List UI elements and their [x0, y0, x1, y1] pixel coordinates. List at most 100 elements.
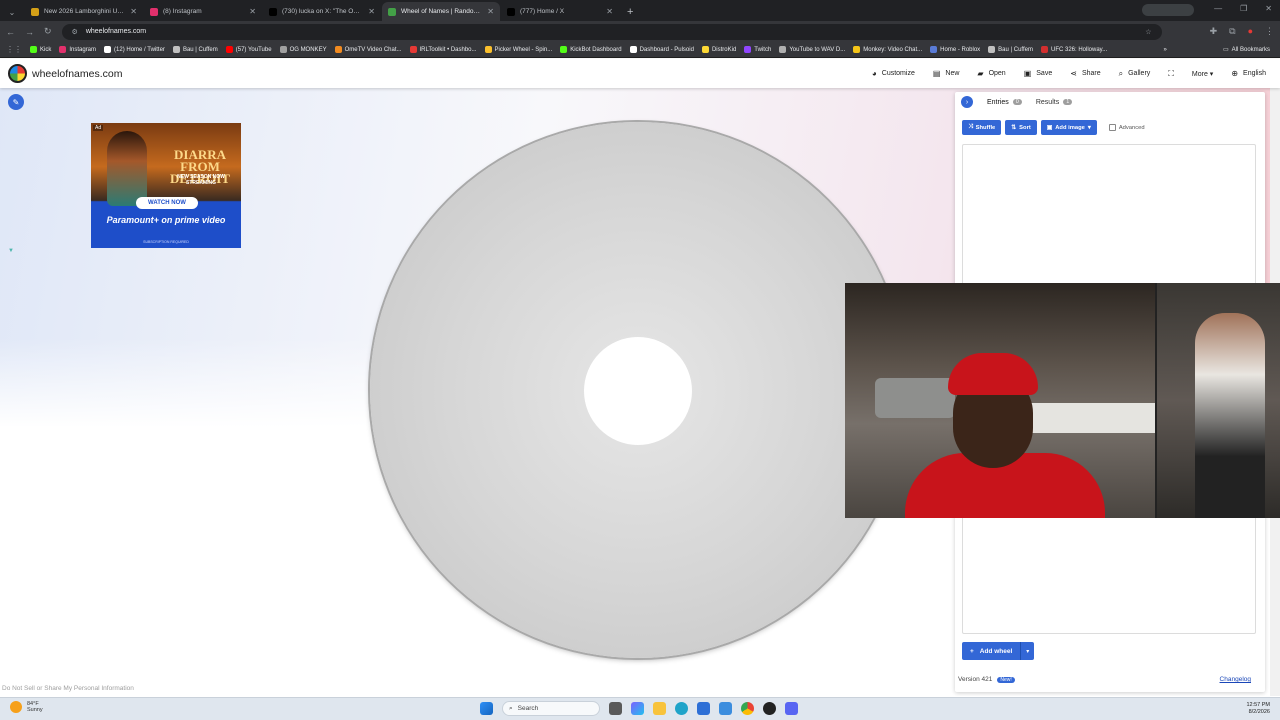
profile-chip[interactable]	[1142, 4, 1194, 16]
header-menu-label: Open	[988, 70, 1006, 77]
header-menu-item[interactable]: ⊕ English	[1231, 69, 1266, 78]
url-input[interactable]: ⚙ wheelofnames.com ☆	[61, 23, 1162, 40]
bookmark-item[interactable]: IRLToolkit • Dashbo...	[409, 46, 477, 53]
tab-search-icon[interactable]: ⌄	[4, 4, 20, 20]
browser-tab[interactable]: New 2026 Lamborghini Urus S ✕	[25, 2, 143, 21]
maximize-icon[interactable]: ❐	[1240, 4, 1247, 13]
add-wheel-button[interactable]: + Add wheel	[962, 642, 1021, 660]
weather-widget[interactable]: 84°F Sunny	[10, 701, 43, 713]
wheel-center[interactable]	[584, 337, 692, 445]
add-image-button[interactable]: ▣ Add image ▾	[1040, 120, 1097, 135]
bookmark-item[interactable]: Picker Wheel - Spin...	[484, 46, 552, 53]
tab-close-icon[interactable]: ✕	[249, 7, 256, 16]
bookmark-favicon-icon	[409, 46, 417, 53]
forward-icon[interactable]: →	[25, 27, 34, 37]
extension-icon[interactable]: ✚	[1210, 26, 1218, 37]
tab-close-icon[interactable]: ✕	[130, 7, 137, 16]
bookmark-item[interactable]: Dashboard - Pulsoid	[629, 46, 694, 53]
reload-icon[interactable]: ↻	[44, 26, 52, 37]
all-bookmarks-label: All Bookmarks	[1231, 46, 1270, 53]
changelog-link[interactable]: Changelog	[1220, 676, 1251, 683]
tab-entries[interactable]: Entries 0	[987, 99, 1022, 106]
add-wheel-dropdown-icon[interactable]: ▾	[1020, 642, 1035, 660]
tab-results[interactable]: Results 1	[1036, 99, 1073, 106]
add-wheel-label: Add wheel	[979, 647, 1013, 655]
discord-icon[interactable]	[785, 702, 798, 715]
back-icon[interactable]: ←	[6, 27, 15, 37]
new-tab-button[interactable]: +	[619, 2, 641, 21]
tab-close-icon[interactable]: ✕	[368, 7, 375, 16]
bookmark-item[interactable]: KickBot Dashboard	[560, 46, 622, 53]
header-menu-item[interactable]: ⌕ Gallery	[1119, 69, 1151, 79]
tab-title: (777) Home / X	[520, 8, 565, 15]
browser-menu-icon[interactable]: ⋮	[1265, 26, 1274, 37]
task-view-icon[interactable]	[609, 702, 622, 715]
bookmark-item[interactable]: Monkey: Video Chat...	[853, 46, 922, 53]
site-info-icon[interactable]: ⚙	[72, 28, 78, 36]
profile-avatar-icon[interactable]: ●	[1248, 26, 1253, 37]
windows-taskbar: 84°F Sunny ⌕ Search 12:57 PM 8/2/2026	[0, 697, 1280, 720]
sort-button[interactable]: ⇅ Sort	[1005, 120, 1037, 135]
header-menu-item[interactable]: More ▾	[1192, 70, 1213, 78]
collapse-panel-icon[interactable]: ›	[961, 96, 973, 108]
header-menu-item[interactable]: ⛶	[1168, 69, 1174, 79]
store-icon[interactable]	[697, 702, 710, 715]
browser-tab[interactable]: (777) Home / X ✕	[501, 2, 619, 21]
edge-icon[interactable]	[675, 702, 688, 715]
shuffle-button[interactable]: ⤨ Shuffle	[962, 120, 1002, 135]
bookmark-item[interactable]: Home - Roblox	[930, 46, 980, 53]
advanced-checkbox[interactable]	[1108, 124, 1116, 131]
windows-start-icon[interactable]	[480, 702, 493, 715]
browser-tab[interactable]: Wheel of Names | Random nam ✕	[382, 2, 500, 21]
tab-title: Wheel of Names | Random nam	[401, 8, 482, 15]
app-icon[interactable]	[719, 702, 732, 715]
site-name[interactable]: wheelofnames.com	[32, 68, 122, 80]
bookmark-item[interactable]: YouTube to WAV D...	[779, 46, 845, 53]
obs-icon[interactable]	[763, 702, 776, 715]
all-bookmarks-folder[interactable]: ▭ All Bookmarks	[1223, 46, 1270, 54]
do-not-sell-link[interactable]: Do Not Sell or Share My Personal Informa…	[2, 685, 134, 692]
header-menu-item[interactable]: ▣ Save	[1024, 69, 1053, 78]
bookmark-item[interactable]: (57) YouTube	[225, 46, 272, 53]
minimize-icon[interactable]: —	[1214, 4, 1222, 13]
tab-favicon-icon	[31, 7, 39, 16]
bookmark-item[interactable]: Kick	[30, 46, 51, 53]
ad-banner[interactable]: Ad DIARRA FROM DETROIT NEW SEASON NOW ST…	[91, 123, 241, 248]
header-menu-item[interactable]: ⋖ Share	[1070, 69, 1100, 78]
bookmark-item[interactable]: DistroKid	[701, 46, 736, 53]
header-menu-item[interactable]: ▤ New	[933, 69, 960, 78]
bookmark-favicon-icon	[853, 46, 861, 53]
bookmark-item[interactable]: Instagram	[59, 46, 96, 53]
header-menu-item[interactable]: ▰ Open	[977, 69, 1005, 78]
tab-close-icon[interactable]: ✕	[487, 7, 494, 16]
copilot-icon[interactable]	[631, 702, 644, 715]
bookmarks-overflow-icon[interactable]: »	[1163, 47, 1166, 53]
file-explorer-icon[interactable]	[653, 702, 666, 715]
edit-pencil-icon[interactable]: ✎	[8, 94, 24, 110]
extensions-puzzle-icon[interactable]: ⧉	[1229, 26, 1235, 37]
bookmark-item[interactable]: OG MONKEY	[279, 46, 327, 53]
bookmark-item[interactable]: OmeTV Video Chat...	[334, 46, 402, 53]
bookmark-item[interactable]: Bau | Cuffem	[988, 46, 1033, 53]
advanced-toggle[interactable]: Advanced	[1108, 124, 1145, 131]
bookmark-item[interactable]: (12) Home / Twitter	[104, 46, 165, 53]
webcam-sofa	[875, 378, 955, 418]
chrome-icon[interactable]	[741, 702, 754, 715]
browser-tab[interactable]: (8) Instagram ✕	[144, 2, 262, 21]
header-menu-label: Customize	[881, 70, 915, 77]
taskbar-search-input[interactable]: ⌕ Search	[502, 701, 600, 716]
browser-tab[interactable]: (730) lucka on X: "The ONLY th ✕	[263, 2, 381, 21]
header-menu-item[interactable]: ◕ Customize	[872, 69, 915, 78]
bookmark-item[interactable]: Bau | Cuffem	[172, 46, 218, 53]
ad-watch-now-button[interactable]: WATCH NOW	[136, 197, 198, 209]
wheel-logo-icon[interactable]	[8, 64, 27, 83]
bookmark-item[interactable]: Twitch	[744, 46, 771, 53]
system-clock[interactable]: 12:57 PM 8/2/2026	[1246, 702, 1270, 716]
bookmark-item[interactable]: UFC 326: Holloway...	[1040, 46, 1107, 53]
webcam-second-person	[1195, 313, 1265, 518]
globe-icon: ⊕	[1231, 69, 1239, 78]
close-window-icon[interactable]: ✕	[1265, 4, 1272, 13]
bookmark-star-icon[interactable]: ☆	[1145, 28, 1151, 36]
tab-close-icon[interactable]: ✕	[606, 7, 613, 16]
apps-icon[interactable]: ⋮⋮	[6, 45, 22, 54]
